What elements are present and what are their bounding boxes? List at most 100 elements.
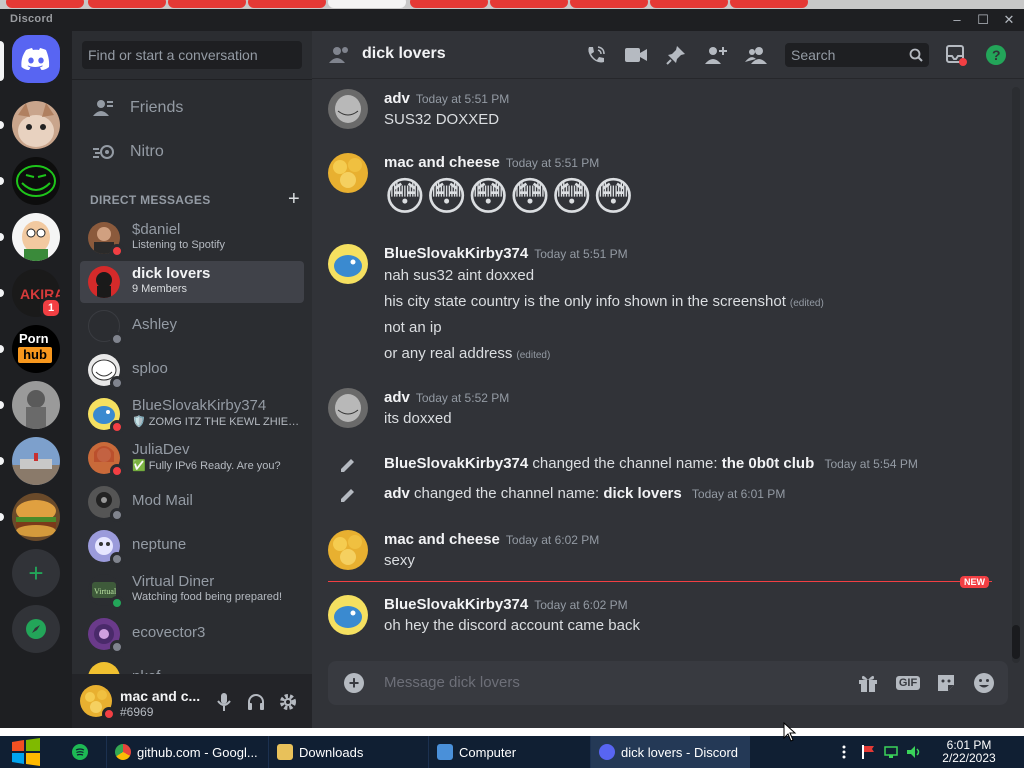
dm-item-ecovector3[interactable]: ecovector3 xyxy=(80,613,304,655)
message-avatar-mac-and-cheese[interactable] xyxy=(328,530,368,570)
server-burger-image xyxy=(12,493,60,541)
create-dm-button[interactable]: + xyxy=(288,188,300,211)
message-author[interactable]: adv xyxy=(384,90,410,107)
status-offline xyxy=(110,640,124,654)
message-text: nah sus32 aint doxxed xyxy=(384,267,535,284)
server-ph[interactable]: Porn hub xyxy=(12,325,60,373)
system-actor[interactable]: adv xyxy=(384,485,410,502)
dm-item-dick-lovers[interactable]: dick lovers 9 Members xyxy=(80,261,304,303)
maximize-button[interactable]: ☐ xyxy=(970,11,996,29)
spotify-pinned-icon[interactable] xyxy=(72,744,88,760)
tray-overflow-icon[interactable] xyxy=(836,744,852,760)
message-avatar-blueslovakkirby374[interactable] xyxy=(328,595,368,635)
flag-icon[interactable] xyxy=(860,744,876,760)
message-avatar-adv[interactable] xyxy=(328,89,368,129)
chat-scrollbar-thumb[interactable] xyxy=(1012,625,1020,659)
dm-item-blueslovakkirby374[interactable]: BlueSlovakKirby374 🛡️ ZOMG ITZ THE KEWL … xyxy=(80,393,304,435)
message-text: SUS32 DOXXED xyxy=(384,111,500,128)
member-list-button[interactable] xyxy=(744,43,768,67)
message-avatar-mac-and-cheese[interactable] xyxy=(328,153,368,193)
explore-servers-button[interactable] xyxy=(12,605,60,653)
dm-search-input[interactable]: Find or start a conversation xyxy=(82,41,302,69)
inbox-button[interactable] xyxy=(944,43,968,67)
message-author[interactable]: mac and cheese xyxy=(384,531,500,548)
dm-item-ashley[interactable]: Ashley xyxy=(80,305,304,347)
message-author[interactable]: BlueSlovakKirby374 xyxy=(384,245,528,262)
server-family-guy[interactable] xyxy=(12,213,60,261)
mouse-cursor-icon xyxy=(783,722,797,742)
dm-item-daniel[interactable]: $daniel Listening to Spotify xyxy=(80,217,304,259)
video-call-button[interactable] xyxy=(624,43,648,67)
server-sculpture[interactable] xyxy=(12,381,60,429)
dm-item-virtual-diner[interactable]: Virtual Virtual Diner Watching food bein… xyxy=(80,569,304,611)
composer-placeholder: Message dick lovers xyxy=(384,674,520,691)
edited-marker: (edited) xyxy=(789,298,824,309)
home-button[interactable] xyxy=(12,35,60,83)
message-avatar-adv[interactable] xyxy=(328,388,368,428)
message-author[interactable]: adv xyxy=(384,389,410,406)
gift-icon xyxy=(859,675,877,692)
system-new-name: the 0b0t club xyxy=(721,455,815,472)
sticker-button[interactable] xyxy=(934,671,958,695)
voice-call-button[interactable] xyxy=(584,43,608,67)
message-timestamp: Today at 6:02 PM xyxy=(534,598,628,612)
pinned-messages-button[interactable] xyxy=(664,43,688,67)
message-author[interactable]: mac and cheese xyxy=(384,154,500,171)
add-friends-to-dm-button[interactable] xyxy=(704,43,728,67)
pencil-icon xyxy=(341,489,354,502)
start-button[interactable] xyxy=(10,738,42,766)
message-avatar-blueslovakkirby374[interactable] xyxy=(328,244,368,284)
dm-item-nkef[interactable]: nkef xyxy=(80,657,304,674)
server-family-guy-image xyxy=(12,213,60,261)
taskbar-clock[interactable]: 6:01 PM 2/22/2023 xyxy=(938,739,1000,765)
dm-item-sploo[interactable]: sploo xyxy=(80,349,304,391)
direct-messages-label: DIRECT MESSAGES xyxy=(90,193,211,207)
nav-friends[interactable]: Friends xyxy=(80,87,304,129)
nav-nitro[interactable]: Nitro xyxy=(80,131,304,173)
dm-name: sploo xyxy=(132,360,168,377)
flushed-emoji: 😳 xyxy=(467,175,510,219)
upload-button[interactable]: + xyxy=(344,673,364,693)
server-palace[interactable] xyxy=(12,437,60,485)
taskbar-downloads[interactable]: Downloads xyxy=(268,736,426,768)
server-cat[interactable] xyxy=(12,101,60,149)
gear-icon xyxy=(280,694,296,710)
message-text: not an ip xyxy=(384,319,442,336)
dm-item-neptune[interactable]: neptune xyxy=(80,525,304,567)
emoji-button[interactable] xyxy=(972,671,996,695)
os-taskbar: github.com - Googl... Downloads Computer… xyxy=(0,736,1024,768)
gift-button[interactable] xyxy=(856,671,880,695)
headset-button[interactable] xyxy=(245,691,267,713)
close-button[interactable]: ✕ xyxy=(996,11,1022,29)
server-sculpture-image xyxy=(12,381,60,429)
network-icon[interactable] xyxy=(884,744,900,760)
flushed-emoji: 😳 xyxy=(509,175,551,219)
mic-button[interactable] xyxy=(213,691,235,713)
taskbar-chrome[interactable]: github.com - Googl... xyxy=(106,736,264,768)
plus-icon: + xyxy=(28,557,44,588)
settings-button[interactable] xyxy=(277,691,299,713)
minimize-button[interactable]: – xyxy=(944,11,970,29)
dm-name: Ashley xyxy=(132,316,178,333)
message-composer[interactable]: + Message dick lovers GIF xyxy=(328,661,1008,705)
phone-call-icon xyxy=(588,46,605,63)
taskbar-discord[interactable]: dick lovers - Discord xyxy=(590,736,750,768)
chat-scrollbar-track[interactable] xyxy=(1012,87,1020,663)
pencil-icon xyxy=(341,459,354,472)
dm-name: ecovector3 xyxy=(132,624,206,641)
server-burger[interactable] xyxy=(12,493,60,541)
server-trollface[interactable] xyxy=(12,157,60,205)
system-actor[interactable]: BlueSlovakKirby374 xyxy=(384,455,528,472)
message-author[interactable]: BlueSlovakKirby374 xyxy=(384,596,528,613)
volume-icon[interactable] xyxy=(906,744,922,760)
dm-name: dick lovers xyxy=(132,265,211,282)
add-server-button[interactable]: + xyxy=(12,549,60,597)
dm-item-juliadev[interactable]: JuliaDev ✅ Fully IPv6 Ready. Are you? xyxy=(80,437,304,479)
chat-search-input[interactable]: Search xyxy=(785,43,929,67)
pin-icon xyxy=(666,46,685,65)
gif-button[interactable]: GIF xyxy=(895,671,921,695)
help-button[interactable]: ? xyxy=(984,43,1008,67)
taskbar-computer[interactable]: Computer xyxy=(428,736,586,768)
user-panel: mac and c... #6969 xyxy=(72,674,312,728)
dm-item-mod-mail[interactable]: Mod Mail xyxy=(80,481,304,523)
